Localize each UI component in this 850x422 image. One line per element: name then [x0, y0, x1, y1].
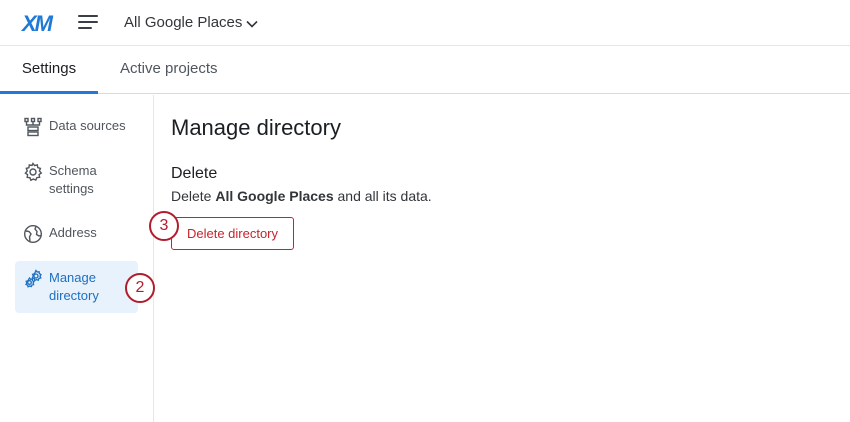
sidebar-item-address[interactable]: Address [15, 224, 138, 244]
step-badge-2: 2 [125, 273, 155, 303]
gears-icon [25, 269, 42, 288]
gear-icon [24, 162, 43, 182]
sidebar-item-manage-directory[interactable]: Manage directory [15, 261, 138, 313]
description-directory-name: All Google Places [215, 188, 334, 204]
sidebar-item-label: Schema settings [49, 163, 97, 196]
sidebar-item-data-sources[interactable]: Data sources [15, 117, 138, 137]
section-description: Delete All Google Places and all its dat… [171, 188, 432, 204]
description-prefix: Delete [171, 188, 216, 204]
page-title: Manage directory [171, 115, 341, 140]
sidebar-item-label: Data sources [49, 118, 126, 133]
data-sources-icon [24, 117, 42, 137]
delete-directory-button[interactable]: Delete directory [171, 217, 294, 250]
tab-settings[interactable]: Settings [0, 46, 98, 94]
globe-icon [23, 224, 43, 244]
directory-switcher[interactable]: All Google Places [124, 14, 258, 31]
hamburger-menu-icon[interactable] [78, 14, 98, 30]
sidebar: Data sources Schema settings Address Man… [0, 95, 154, 422]
description-suffix: and all its data. [333, 188, 432, 204]
sidebar-item-label: Manage directory [49, 270, 99, 303]
xm-logo[interactable]: XM [22, 11, 53, 37]
tab-bar: Settings Active projects [0, 46, 850, 94]
chevron-down-icon [246, 20, 258, 28]
step-badge-3: 3 [149, 211, 179, 241]
top-bar: XM All Google Places [0, 0, 850, 46]
directory-name: All Google Places [124, 14, 243, 31]
tab-active-projects[interactable]: Active projects [120, 46, 218, 94]
section-title: Delete [171, 165, 218, 182]
sidebar-item-label: Address [49, 225, 97, 240]
sidebar-item-schema-settings[interactable]: Schema settings [15, 162, 138, 198]
